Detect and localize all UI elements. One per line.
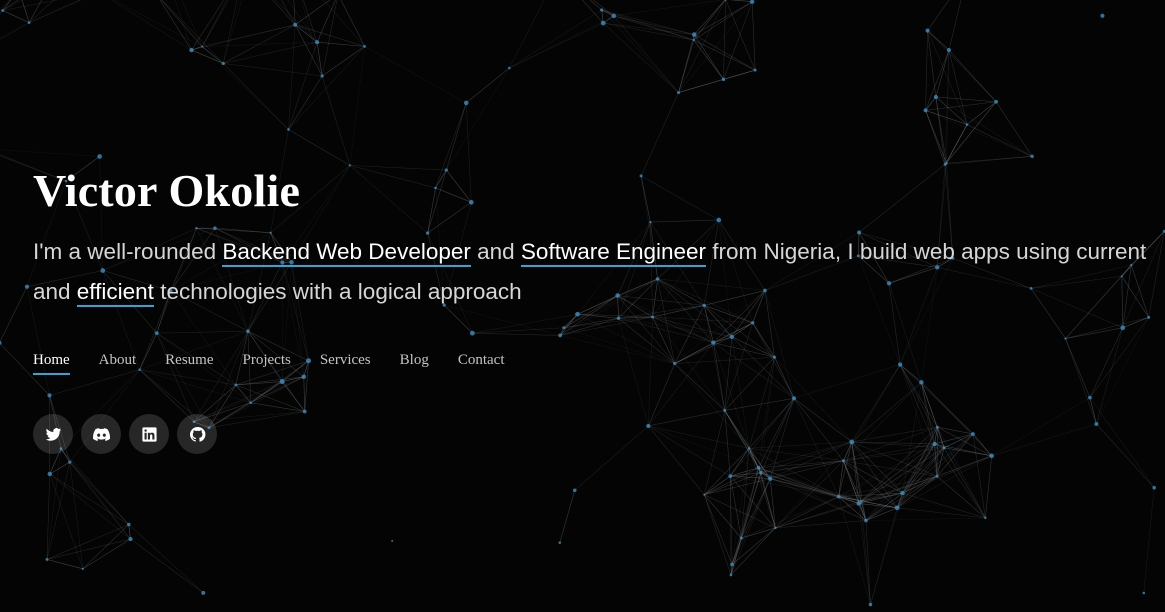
highlight-efficient: efficient — [76, 279, 154, 307]
tagline-prefix: I'm a well-rounded — [33, 239, 223, 264]
main-nav: Home About Resume Projects Services Blog… — [33, 352, 534, 375]
tagline-suffix: technologies with a logical approach — [153, 279, 522, 304]
highlight-software-engineer: Software Engineer — [520, 239, 707, 267]
twitter-icon — [45, 427, 61, 441]
discord-button[interactable] — [81, 414, 121, 454]
nav-about[interactable]: About — [99, 352, 137, 375]
github-icon — [189, 426, 205, 442]
linkedin-button[interactable] — [129, 414, 169, 454]
tagline-mid-1: and — [470, 239, 521, 264]
nav-services[interactable]: Services — [320, 352, 371, 375]
github-button[interactable] — [177, 414, 217, 454]
hero: Victor Okolie I'm a well-rounded Backend… — [33, 163, 1153, 312]
page-title: Victor Okolie — [33, 165, 301, 216]
linkedin-icon — [141, 426, 157, 442]
tagline: I'm a well-rounded Backend Web Developer… — [33, 232, 1153, 312]
nav-resume[interactable]: Resume — [165, 352, 213, 375]
nav-blog[interactable]: Blog — [400, 352, 429, 375]
nav-home[interactable]: Home — [33, 352, 70, 375]
discord-icon — [92, 427, 110, 441]
twitter-button[interactable] — [33, 414, 73, 454]
social-links — [33, 414, 225, 454]
highlight-backend: Backend Web Developer — [222, 239, 471, 267]
nav-contact[interactable]: Contact — [458, 352, 505, 375]
nav-projects[interactable]: Projects — [243, 352, 291, 375]
